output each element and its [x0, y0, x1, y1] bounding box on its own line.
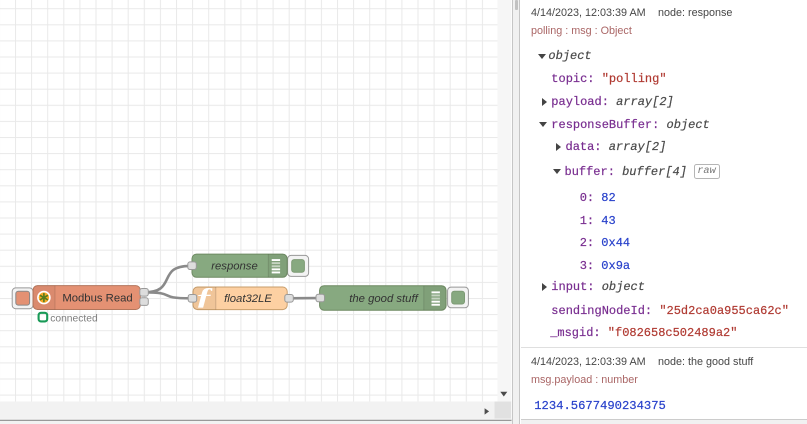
svg-text:response: response: [211, 260, 257, 272]
svg-text:connected: connected: [50, 313, 98, 324]
svg-text:float32LE: float32LE: [224, 293, 272, 305]
svg-text:the good stuff: the good stuff: [349, 293, 419, 305]
svg-text:ƒ: ƒ: [195, 282, 214, 309]
svg-text:Modbus Read: Modbus Read: [62, 292, 132, 304]
